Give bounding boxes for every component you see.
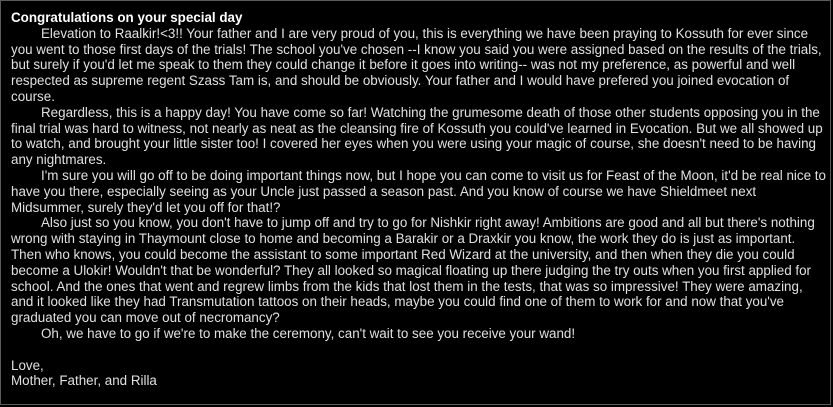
letter-spacer — [11, 342, 826, 358]
letter-paragraph-2: Regardless, this is a happy day! You hav… — [11, 104, 823, 168]
letter-body: Congratulations on your special day Elev… — [11, 10, 826, 389]
letter-paragraph-5: Oh, we have to go if we're to make the c… — [41, 325, 576, 341]
letter-panel: Congratulations on your special day Elev… — [0, 0, 831, 405]
letter-signature: Mother, Father, and Rilla — [11, 373, 157, 389]
letter-title: Congratulations on your special day — [11, 10, 243, 25]
letter-signoff: Love, — [11, 357, 44, 373]
letter-paragraph-4: Also just so you know, you don't have to… — [11, 215, 815, 326]
letter-paragraph-1: Elevation to Raalkir!<3!! Your father an… — [11, 25, 822, 104]
letter-paragraph-3: I'm sure you will go off to be doing imp… — [11, 167, 826, 215]
